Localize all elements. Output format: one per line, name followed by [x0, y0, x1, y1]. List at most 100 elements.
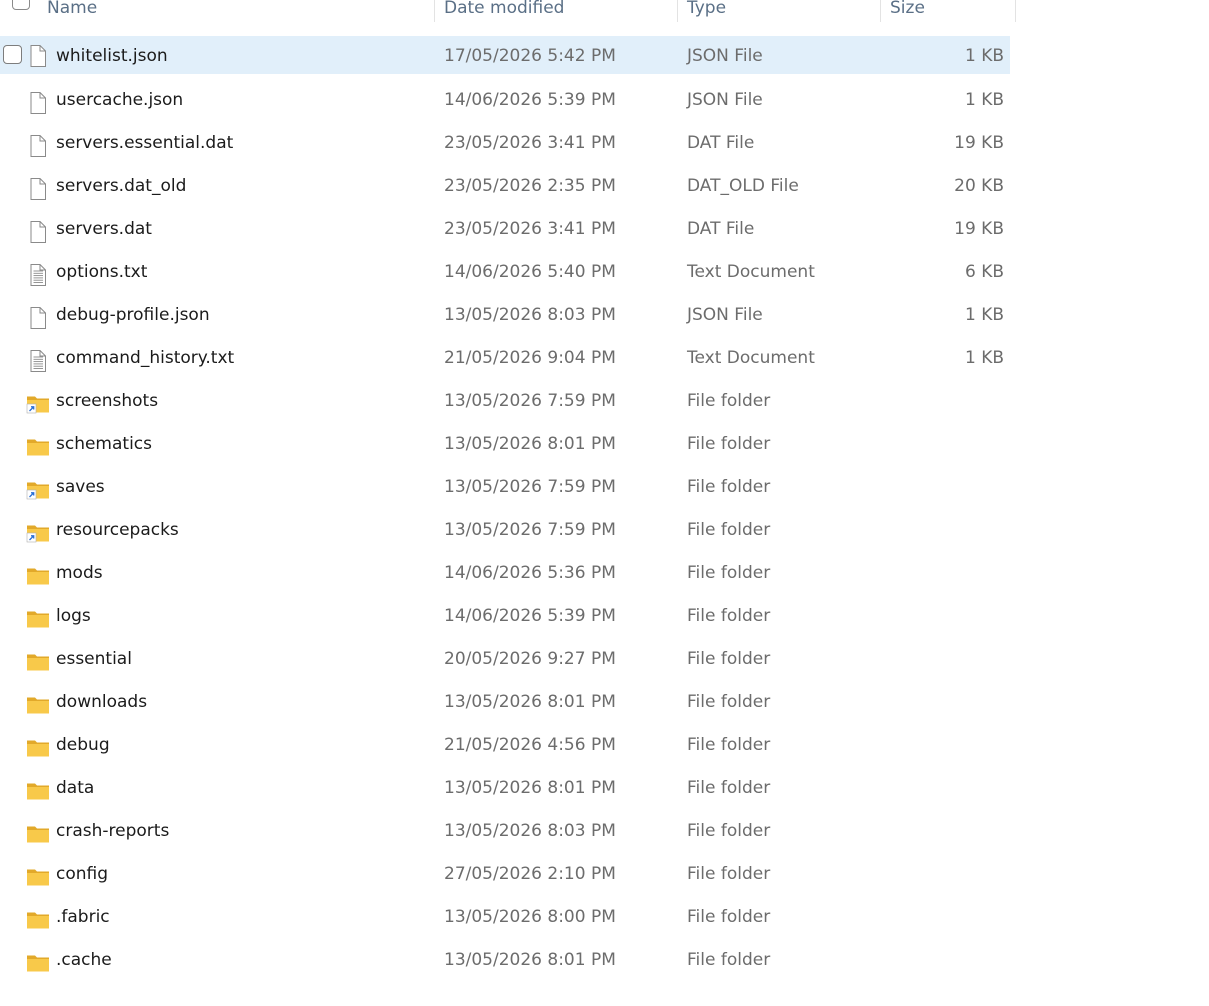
file-name: debug [56, 735, 110, 755]
file-size: 1 KB [964, 90, 1004, 110]
file-name: servers.dat_old [56, 176, 187, 196]
column-header-type[interactable]: Type [678, 0, 881, 22]
file-row[interactable]: usercache.json 14/06/2026 5:39 PM JSON Fil… [0, 79, 1010, 122]
file-name: schematics [56, 434, 153, 454]
file-row[interactable]: resourcepacks 13/05/2026 7:59 PM File fold… [0, 509, 1010, 552]
select-all-checkbox[interactable] [12, 0, 30, 10]
folder-icon [26, 691, 50, 715]
row-checkbox[interactable] [3, 45, 22, 64]
file-row[interactable]: logs 14/06/2026 5:39 PM File folder [0, 595, 1010, 638]
file-date-modified: 23/05/2026 3:41 PM [444, 219, 616, 239]
file-name: whitelist.json [56, 46, 168, 66]
file-name: usercache.json [56, 90, 184, 110]
text-file-icon [26, 261, 50, 286]
file-size: 1 KB [964, 46, 1004, 66]
file-name: command_history.txt [56, 348, 235, 368]
file-size: 19 KB [954, 219, 1004, 239]
file-row[interactable]: command_history.txt 21/05/2026 9:04 PM Tex… [0, 337, 1010, 380]
file-date-modified: 14/06/2026 5:39 PM [444, 90, 616, 110]
file-row[interactable]: debug-profile.json 13/05/2026 8:03 PM JSON… [0, 294, 1010, 337]
file-row[interactable]: downloads 13/05/2026 8:01 PM File folder [0, 681, 1010, 724]
file-type: JSON File [687, 90, 763, 110]
file-row[interactable]: schematics 13/05/2026 8:01 PM File folder [0, 423, 1010, 466]
file-icon [26, 218, 50, 243]
file-type: File folder [687, 864, 771, 884]
file-row[interactable]: servers.essential.dat 23/05/2026 3:41 PM D… [0, 122, 1010, 165]
file-type: File folder [687, 606, 771, 626]
folder-icon [26, 648, 50, 672]
column-header-size[interactable]: Size [881, 0, 1016, 22]
file-type: File folder [687, 434, 771, 454]
file-type: File folder [687, 391, 771, 411]
file-type: Text Document [687, 262, 815, 282]
file-row[interactable]: whitelist.json 17/05/2026 5:42 PM JSON Fil… [0, 36, 1010, 74]
file-type: JSON File [687, 46, 763, 66]
folder-icon [26, 777, 50, 801]
folder-icon [26, 863, 50, 887]
file-name: crash-reports [56, 821, 170, 841]
folder-icon [26, 433, 50, 457]
folder-icon [26, 734, 50, 758]
folder-icon [26, 562, 50, 586]
file-type: File folder [687, 692, 771, 712]
file-date-modified: 13/05/2026 7:59 PM [444, 477, 616, 497]
column-header-name[interactable]: Name [38, 0, 435, 22]
file-type: File folder [687, 735, 771, 755]
file-size: 1 KB [964, 305, 1004, 325]
folder-icon [26, 605, 50, 629]
file-date-modified: 13/05/2026 7:59 PM [444, 520, 616, 540]
file-icon [26, 132, 50, 157]
file-date-modified: 21/05/2026 9:04 PM [444, 348, 616, 368]
file-row[interactable]: options.txt 14/06/2026 5:40 PM Text Docume… [0, 251, 1010, 294]
file-row[interactable]: screenshots 13/05/2026 7:59 PM File folder [0, 380, 1010, 423]
file-type: File folder [687, 520, 771, 540]
file-date-modified: 13/05/2026 8:01 PM [444, 950, 616, 970]
file-name: data [56, 778, 95, 798]
file-date-modified: 13/05/2026 8:03 PM [444, 821, 616, 841]
file-list-view: Name Date modified Type Size whitelist.j… [0, 0, 1209, 1006]
file-icon [26, 89, 50, 114]
file-name: servers.essential.dat [56, 133, 234, 153]
file-row[interactable]: servers.dat_old 23/05/2026 2:35 PM DAT_OLD… [0, 165, 1010, 208]
file-icon [26, 175, 50, 200]
file-date-modified: 21/05/2026 4:56 PM [444, 735, 616, 755]
file-row[interactable]: debug 21/05/2026 4:56 PM File folder [0, 724, 1010, 767]
file-row[interactable]: saves 13/05/2026 7:59 PM File folder [0, 466, 1010, 509]
file-type: File folder [687, 649, 771, 669]
file-date-modified: 27/05/2026 2:10 PM [444, 864, 616, 884]
file-name: .fabric [56, 907, 110, 927]
file-size: 19 KB [954, 133, 1004, 153]
file-name: downloads [56, 692, 148, 712]
file-date-modified: 23/05/2026 3:41 PM [444, 133, 616, 153]
file-type: File folder [687, 563, 771, 583]
file-type: File folder [687, 950, 771, 970]
file-type: File folder [687, 778, 771, 798]
file-name: servers.dat [56, 219, 152, 239]
file-date-modified: 13/05/2026 8:00 PM [444, 907, 616, 927]
file-date-modified: 14/06/2026 5:39 PM [444, 606, 616, 626]
file-type: DAT File [687, 219, 755, 239]
file-row[interactable]: config 27/05/2026 2:10 PM File folder [0, 853, 1010, 896]
file-name: .cache [56, 950, 112, 970]
file-name: screenshots [56, 391, 159, 411]
file-row[interactable]: mods 14/06/2026 5:36 PM File folder [0, 552, 1010, 595]
file-type: JSON File [687, 305, 763, 325]
file-type: DAT File [687, 133, 755, 153]
file-rows: whitelist.json 17/05/2026 5:42 PM JSON Fil… [0, 36, 1010, 982]
file-row[interactable]: .fabric 13/05/2026 8:00 PM File folder [0, 896, 1010, 939]
file-row[interactable]: crash-reports 13/05/2026 8:03 PM File fold… [0, 810, 1010, 853]
column-header-date-modified[interactable]: Date modified [435, 0, 678, 22]
file-row[interactable]: essential 20/05/2026 9:27 PM File folder [0, 638, 1010, 681]
folder-icon [26, 820, 50, 844]
file-name: essential [56, 649, 132, 669]
folder-icon [26, 949, 50, 973]
file-row[interactable]: data 13/05/2026 8:01 PM File folder [0, 767, 1010, 810]
file-row[interactable]: servers.dat 23/05/2026 3:41 PM DAT File 19 … [0, 208, 1010, 251]
file-date-modified: 13/05/2026 7:59 PM [444, 391, 616, 411]
folder-shortcut-icon [26, 390, 50, 414]
file-type: Text Document [687, 348, 815, 368]
file-row[interactable]: .cache 13/05/2026 8:01 PM File folder [0, 939, 1010, 982]
file-date-modified: 13/05/2026 8:01 PM [444, 434, 616, 454]
file-name: options.txt [56, 262, 148, 282]
file-date-modified: 13/05/2026 8:03 PM [444, 305, 616, 325]
